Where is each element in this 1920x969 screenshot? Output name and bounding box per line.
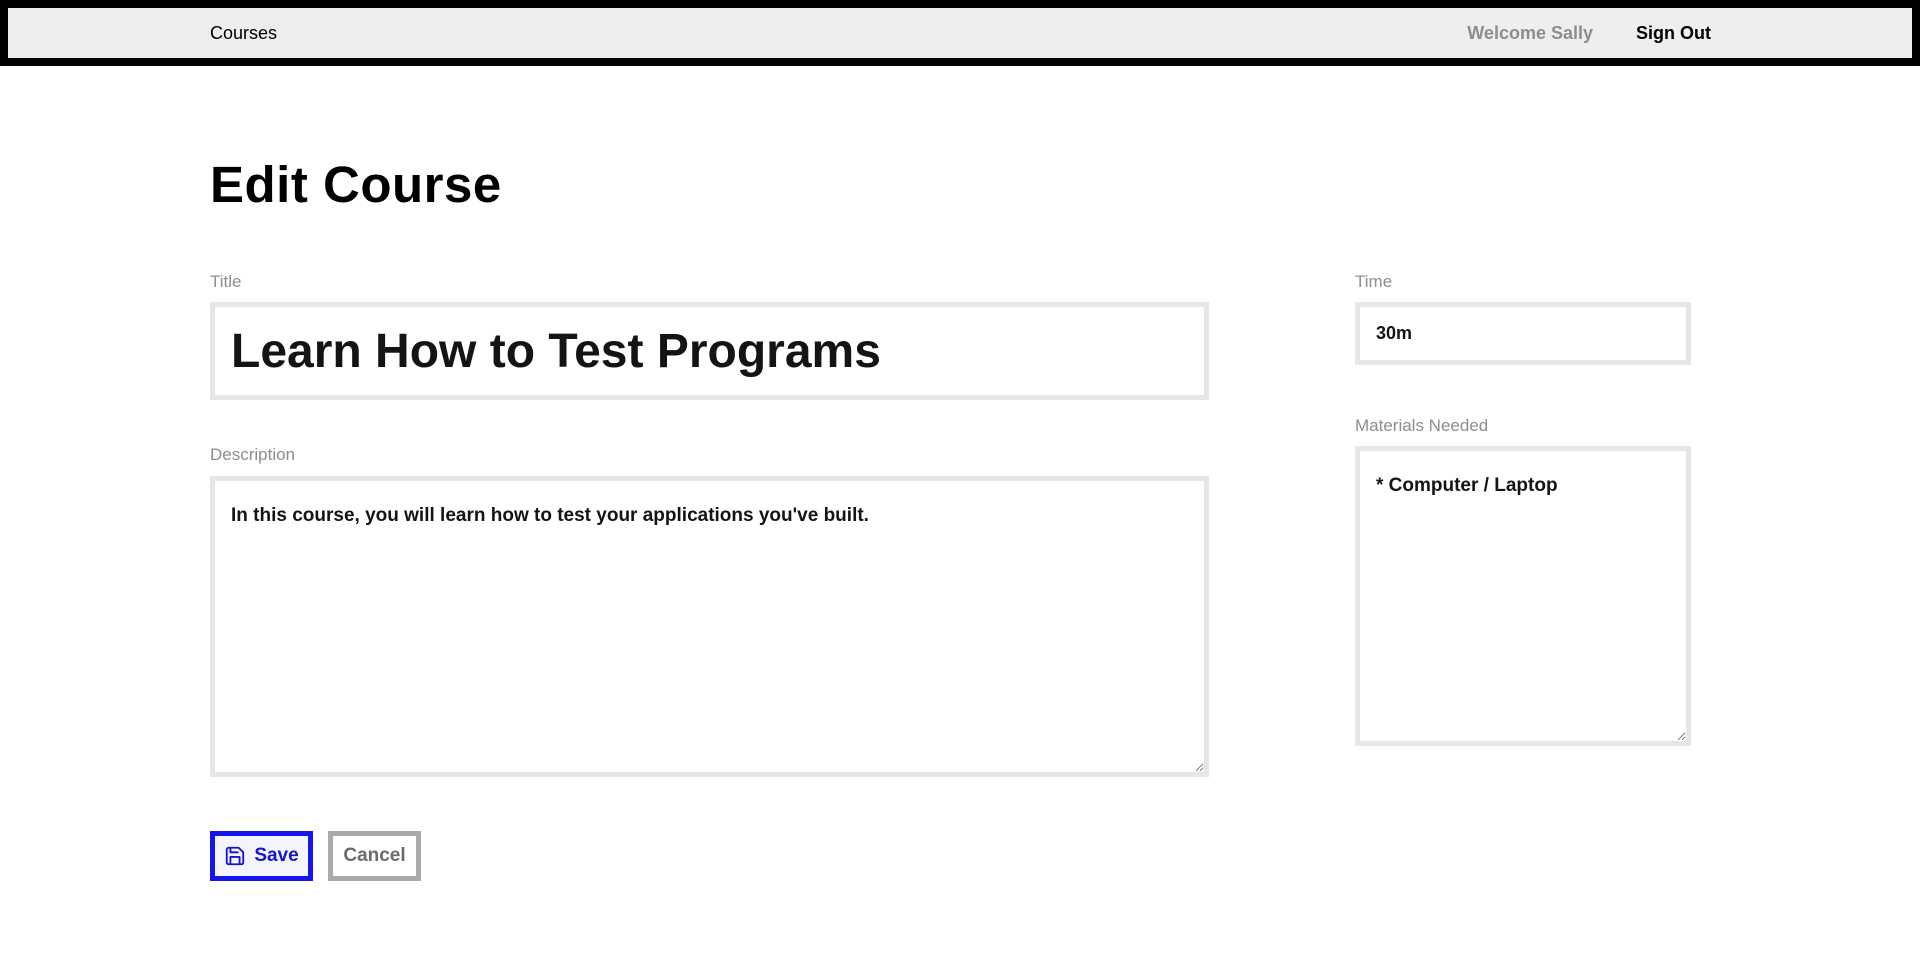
floppy-disk-icon: [224, 845, 246, 867]
navbar-inner: Courses Welcome Sally Sign Out: [8, 8, 1912, 58]
materials-label: Materials Needed: [1355, 416, 1489, 435]
save-button-label: Save: [254, 845, 299, 866]
materials-textarea[interactable]: * Computer / Laptop: [1355, 446, 1691, 746]
time-input[interactable]: [1355, 302, 1691, 365]
title-input[interactable]: [210, 302, 1209, 400]
welcome-message: Welcome Sally: [1467, 23, 1593, 43]
cancel-button[interactable]: Cancel: [328, 831, 421, 881]
top-navbar: Courses Welcome Sally Sign Out: [0, 0, 1920, 66]
time-label: Time: [1355, 272, 1393, 291]
description-textarea[interactable]: In this course, you will learn how to te…: [210, 476, 1209, 777]
sign-out-link[interactable]: Sign Out: [1636, 8, 1711, 58]
title-label: Title: [210, 272, 242, 291]
courses-link[interactable]: Courses: [210, 8, 277, 58]
page-title: Edit Course: [210, 156, 502, 213]
save-button[interactable]: Save: [210, 831, 313, 881]
description-label: Description: [210, 445, 296, 464]
